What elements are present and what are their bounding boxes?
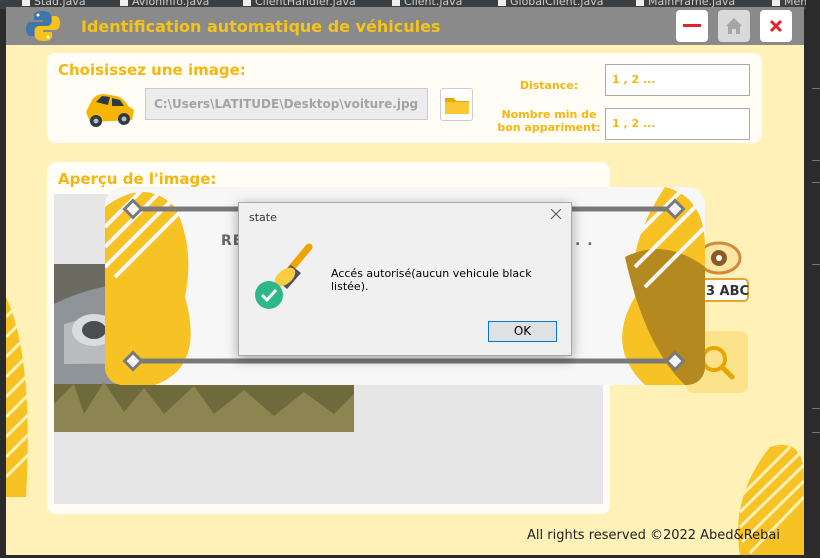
ide-gutter bbox=[806, 0, 820, 558]
browse-button[interactable] bbox=[440, 88, 473, 121]
dialog-close-button[interactable] bbox=[550, 207, 562, 223]
state-dialog: state Accés autorisé(aucun vehicule blac… bbox=[238, 202, 572, 356]
app-window: Identification automatique de véhicules … bbox=[6, 7, 804, 555]
car-icon bbox=[86, 94, 134, 127]
overlay-text-end: . . bbox=[575, 233, 594, 249]
minimize-button[interactable] bbox=[676, 10, 708, 42]
home-icon bbox=[726, 18, 742, 34]
distance-input[interactable]: 1 , 2 ... bbox=[605, 64, 750, 96]
close-icon bbox=[769, 19, 783, 33]
decorative-stripes bbox=[6, 297, 36, 497]
close-button[interactable] bbox=[760, 10, 792, 42]
dialog-message: Accés autorisé(aucun vehicule black list… bbox=[331, 267, 532, 293]
minimize-icon bbox=[683, 24, 701, 27]
home-button[interactable] bbox=[718, 10, 750, 42]
image-path-input[interactable]: C:\Users\LATITUDE\Desktop\voiture.jpg bbox=[145, 88, 428, 120]
title-bar[interactable]: Identification automatique de véhicules bbox=[6, 7, 804, 45]
preview-label: Aperçu de l'image: bbox=[58, 170, 217, 188]
min-match-label-line2: bon appariment: bbox=[497, 121, 601, 134]
paintbrush-check-icon bbox=[255, 243, 313, 309]
distance-label: Distance: bbox=[519, 79, 579, 92]
ok-button[interactable]: OK bbox=[488, 321, 557, 342]
dialog-title: state bbox=[249, 211, 277, 224]
min-match-input[interactable]: 1 , 2 ... bbox=[605, 108, 750, 140]
app-title: Identification automatique de véhicules bbox=[81, 17, 441, 36]
choose-image-label: Choisissez une image: bbox=[58, 61, 246, 79]
min-match-label: Nombre min de bon appariment: bbox=[493, 108, 605, 134]
footer-text: All rights reserved ©2022 Abed&Rebai bbox=[527, 528, 780, 543]
close-icon bbox=[550, 208, 562, 220]
min-match-label-line1: Nombre min de bbox=[501, 108, 597, 121]
folder-icon bbox=[444, 97, 469, 114]
image-select-card: Choisissez une image: C:\Users\LATITUDE\… bbox=[47, 53, 762, 143]
python-logo-icon bbox=[26, 11, 60, 41]
